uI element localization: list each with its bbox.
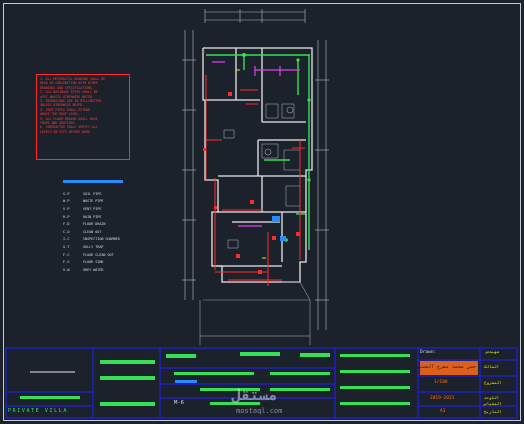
drawn-label: Drawn: [420,350,437,355]
legend-row: F.S FLOOR SINK [63,258,133,266]
date-label: التاريخ [484,409,502,414]
watermark-url: mostaql.com [236,407,283,415]
walls [202,47,313,283]
date-value: 2019-2021 [430,396,455,401]
legend-code: R.P [63,214,70,219]
legend-code: G.T [63,244,70,249]
legend-table: S.P SOIL PIPE W.P WASTE PIPE V.P VENT PIPE … [63,190,133,274]
legend-row: F.D FLOOR DRAIN [63,220,133,228]
legend-row: R.P RAIN PIPE [63,213,133,221]
legend-desc: RAIN PIPE [83,214,102,219]
legend-row: S.P SOIL PIPE [63,190,133,198]
legend-desc: FLOOR SINK [83,260,104,265]
legend-code: W.P [63,199,70,204]
sheet-number: M-6 [174,400,184,406]
legend-code: C.O [63,229,70,234]
designer-name: حسن محمد مفرح العسيري [412,364,476,370]
stamp-label: مهندس [486,350,500,355]
dimension-ticks [182,9,329,301]
cad-drawing-viewport[interactable]: 1. ALL MECHANICAL DRAWING SHALL BE READ … [0,0,524,424]
scale-value: 1/100 [434,380,448,385]
legend-code: I.C [63,237,70,242]
legend-row: V.P VENT PIPE [63,205,133,213]
note-line: LEVELS ON SITE BEFORE WORK. [40,129,92,134]
legend-code: F.D [63,222,70,227]
legend-code: S.P [63,191,70,196]
vent-pipes [212,61,300,227]
legend-row: G.T GULLY TRAP [63,243,133,251]
sheet-label: اللوحة [484,395,500,400]
general-notes: 1. ALL MECHANICAL DRAWING SHALL BE READ … [36,74,130,160]
size-value: A3 [440,409,446,414]
legend-desc: FLOOR CLEAN OUT [83,252,114,257]
project-name: PRIVATE VILLA [8,408,68,414]
owner-label: المالك [484,364,500,369]
legend-code: F.S [63,260,70,265]
legend-code: V.P [63,206,70,211]
legend-desc: FLOOR DRAIN [83,222,106,227]
legend-row: W.P WASTE PIPE [63,198,133,206]
legend-desc: INSPECTION CHAMBER [83,237,120,242]
legend-desc: CLEAN OUT [83,229,102,234]
legend-desc: GULLY TRAP [83,244,104,249]
legend-header-bar [63,180,123,183]
legend-desc: WASTE PIPE [83,199,104,204]
legend-desc: VENT PIPE [83,206,102,211]
legend-row: I.C INSPECTION CHAMBER [63,236,133,244]
legend-row: G.W GREY WATER [63,266,133,274]
drain-pipes [203,51,305,286]
watermark-logo: مستقل [232,386,278,404]
title-block-blue-bar [175,380,197,383]
scale-label: المقياس [484,401,502,406]
legend-code: F.C [63,252,70,257]
legend-code: G.W [63,267,70,272]
legend-desc: GREY WATER [83,267,104,272]
project-label: المشروع [484,380,502,385]
legend-row: C.O CLEAN OUT [63,228,133,236]
legend-row: F.C FLOOR CLEAN OUT [63,251,133,259]
legend-desc: SOIL PIPE [83,191,102,196]
